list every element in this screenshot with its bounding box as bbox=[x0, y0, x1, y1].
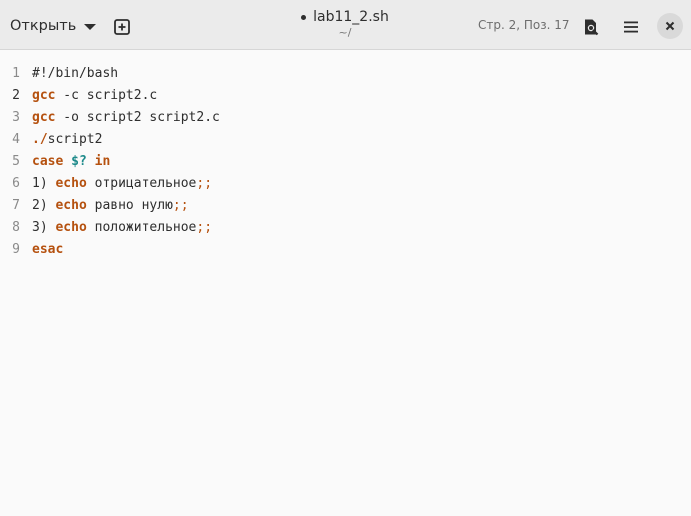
code-token-plain: #!/bin/bash bbox=[32, 66, 119, 81]
code-text-view[interactable]: #!/bin/bash gcc -c script2.c gcc -o script… bbox=[32, 63, 691, 261]
line-number: 6 bbox=[12, 176, 20, 191]
code-line[interactable]: gcc -o script2 script2.c bbox=[32, 107, 691, 129]
code-token-plain: -o script2 script2.c bbox=[55, 110, 220, 125]
line-number: 9 bbox=[12, 242, 20, 257]
document-title: lab11_2.sh bbox=[313, 9, 389, 25]
document-title-block: lab11_2.sh ~/ bbox=[240, 9, 450, 39]
line-number: 1 bbox=[12, 66, 20, 81]
code-token-plain: равно нулю bbox=[86, 198, 173, 213]
line-number-gutter: 1 2 3 4 5 6 7 8 9 bbox=[0, 63, 24, 261]
code-token-kw: case bbox=[32, 154, 64, 169]
main-menu-button[interactable] bbox=[616, 12, 646, 42]
code-line[interactable]: #!/bin/bash bbox=[32, 63, 691, 85]
code-line[interactable]: 2) echo равно нулю;; bbox=[32, 195, 691, 217]
text-editor-window: Открыть lab11_2.sh ~/ Стр. 2, Поз. 17 1 … bbox=[0, 0, 691, 516]
code-token-plain: положительное bbox=[86, 220, 197, 235]
code-line[interactable]: gcc -c script2.c bbox=[32, 85, 691, 107]
line-number: 3 bbox=[12, 110, 20, 125]
new-tab-icon bbox=[114, 19, 130, 35]
code-line[interactable]: ./script2 bbox=[32, 129, 691, 151]
open-button-label: Открыть bbox=[10, 18, 77, 34]
code-token-plain: отрицательное bbox=[86, 176, 197, 191]
code-token-kw: in bbox=[94, 154, 111, 169]
code-token-kw: gcc bbox=[32, 110, 56, 125]
cursor-position-indicator[interactable]: Стр. 2, Поз. 17 bbox=[478, 18, 570, 32]
line-number: 7 bbox=[12, 198, 20, 213]
line-number: 4 bbox=[12, 132, 20, 147]
code-line[interactable]: 3) echo положительное;; bbox=[32, 217, 691, 239]
code-token-plain: 3) bbox=[32, 220, 56, 235]
header-bar: Открыть lab11_2.sh ~/ Стр. 2, Поз. 17 bbox=[0, 0, 691, 50]
code-token-kw: echo bbox=[55, 220, 87, 235]
code-token-var: $? bbox=[71, 154, 87, 169]
code-token-plain: -c script2.c bbox=[55, 88, 158, 103]
code-token-plain: 1) bbox=[32, 176, 56, 191]
search-document-icon bbox=[585, 19, 599, 36]
search-button[interactable] bbox=[576, 12, 606, 42]
close-window-button[interactable] bbox=[657, 13, 683, 39]
code-token-op: ;; bbox=[172, 198, 189, 213]
open-button[interactable]: Открыть bbox=[4, 12, 102, 40]
code-token-op: ;; bbox=[196, 220, 213, 235]
line-number: 8 bbox=[12, 220, 20, 235]
document-path: ~/ bbox=[338, 26, 352, 39]
code-token-kw: echo bbox=[55, 176, 87, 191]
editor-area[interactable]: 123456789 #!/bin/bash gcc -c script2.c gcc… bbox=[0, 51, 691, 516]
code-token-op: ;; bbox=[196, 176, 213, 191]
code-token-plain: script2 bbox=[47, 132, 103, 147]
line-number: 5 bbox=[12, 154, 20, 169]
chevron-down-icon bbox=[84, 24, 97, 30]
hamburger-menu-icon bbox=[624, 21, 638, 33]
code-line[interactable]: 1) echo отрицательное;; bbox=[32, 173, 691, 195]
close-icon bbox=[665, 21, 675, 31]
new-tab-button[interactable] bbox=[107, 12, 137, 42]
code-token-kw: echo bbox=[55, 198, 87, 213]
unsaved-indicator bbox=[301, 14, 307, 20]
code-token-kw: gcc bbox=[32, 88, 56, 103]
code-token-plain: 2) bbox=[32, 198, 56, 213]
line-number: 2 bbox=[12, 88, 20, 103]
code-token-kw: ./ bbox=[32, 132, 48, 147]
code-line[interactable]: case $? in bbox=[32, 151, 691, 173]
code-line[interactable]: esac bbox=[32, 239, 691, 261]
code-token-kw: esac bbox=[32, 242, 64, 257]
